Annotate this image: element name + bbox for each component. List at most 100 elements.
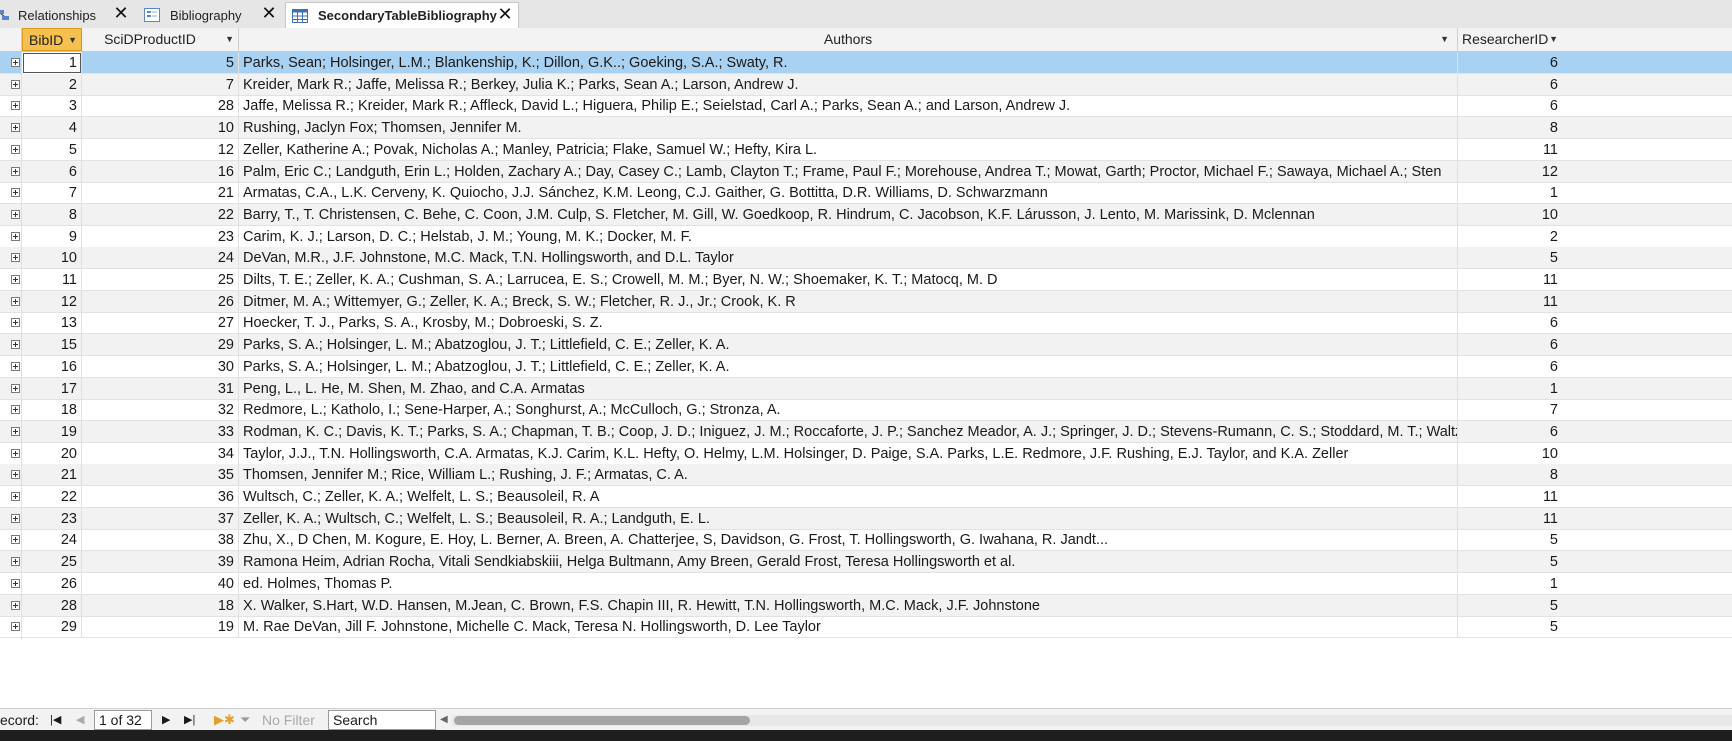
expand-icon[interactable] (11, 166, 20, 176)
cell-scidproductid[interactable]: 33 (82, 420, 239, 443)
cell-authors[interactable]: Peng, L., L. He, M. Shen, M. Zhao, and C… (239, 377, 1458, 400)
cell-authors[interactable]: Zeller, Katherine A.; Povak, Nicholas A.… (239, 138, 1458, 161)
row-selector[interactable] (0, 572, 22, 597)
cell-scidproductid[interactable]: 35 (82, 464, 239, 487)
cell-scidproductid[interactable]: 24 (82, 247, 239, 270)
cell-researcherid[interactable]: 6 (1458, 334, 1562, 356)
cell-authors[interactable]: Parks, S. A.; Holsinger, L. M.; Abatzogl… (239, 334, 1458, 357)
expand-icon[interactable] (11, 535, 20, 545)
expand-icon[interactable] (11, 578, 20, 588)
row-selector[interactable] (0, 182, 22, 207)
expand-icon[interactable] (11, 296, 20, 306)
cell-scidproductid[interactable]: 26 (82, 290, 239, 313)
cell-bibid[interactable]: 11 (22, 269, 82, 291)
cell-authors[interactable]: Hoecker, T. J., Parks, S. A., Krosby, M.… (239, 312, 1458, 335)
cell-bibid[interactable]: 16 (22, 355, 82, 378)
expand-icon[interactable] (11, 557, 20, 567)
expand-icon[interactable] (11, 426, 20, 436)
cell-researcherid[interactable]: 11 (1458, 291, 1562, 313)
cell-bibid[interactable]: 19 (22, 420, 82, 443)
cell-authors[interactable]: Armatas, C.A., L.K. Cerveny, K. Quiocho,… (239, 182, 1458, 205)
row-selector[interactable] (0, 377, 22, 402)
cell-scidproductid[interactable]: 32 (82, 399, 239, 422)
cell-researcherid[interactable]: 5 (1458, 247, 1562, 269)
row-selector[interactable] (0, 616, 22, 641)
cell-researcherid[interactable]: 5 (1458, 616, 1562, 638)
row-selector[interactable] (0, 399, 22, 424)
cell-bibid[interactable]: 25 (22, 551, 82, 574)
cell-scidproductid[interactable]: 27 (82, 312, 239, 335)
column-header-scidproductid[interactable]: SciDProductID ▼ (82, 28, 239, 51)
table-row[interactable]: 7 21 Armatas, C.A., L.K. Cerveny, K. Quioc… (0, 182, 1732, 207)
cell-scidproductid[interactable]: 16 (82, 160, 239, 183)
cell-authors[interactable]: M. Rae DeVan, Jill F. Johnstone, Michell… (239, 616, 1458, 639)
cell-authors[interactable]: Parks, Sean; Holsinger, L.M.; Blankenshi… (239, 52, 1458, 74)
cell-bibid[interactable]: 5 (22, 138, 82, 161)
previous-record-icon[interactable]: ◀ (76, 709, 84, 731)
cell-bibid[interactable]: 8 (22, 203, 82, 226)
row-selector[interactable] (0, 269, 22, 293)
cell-researcherid[interactable]: 5 (1458, 595, 1562, 617)
table-row[interactable]: 18 32 Redmore, L.; Katholo, I.; Sene-Harpe… (0, 399, 1732, 424)
expand-icon[interactable] (11, 58, 20, 67)
cell-researcherid[interactable]: 11 (1458, 139, 1562, 161)
cell-scidproductid[interactable]: 7 (82, 73, 239, 96)
table-row[interactable]: 25 39 Ramona Heim, Adrian Rocha, Vitali Se… (0, 551, 1732, 576)
cell-scidproductid[interactable]: 31 (82, 377, 239, 400)
cell-researcherid[interactable]: 5 (1458, 529, 1562, 551)
table-row[interactable]: 13 27 Hoecker, T. J., Parks, S. A., Krosby… (0, 312, 1732, 337)
cell-scidproductid[interactable]: 5 (82, 52, 239, 74)
cell-researcherid[interactable]: 10 (1458, 204, 1562, 226)
table-row[interactable]: 8 22 Barry, T., T. Christensen, C. Behe, C… (0, 203, 1732, 228)
cell-scidproductid[interactable]: 10 (82, 117, 239, 140)
cell-researcherid[interactable]: 11 (1458, 486, 1562, 508)
table-row[interactable]: 20 34 Taylor, J.J., T.N. Hollingsworth, C.… (0, 442, 1732, 467)
expand-icon[interactable] (11, 144, 20, 154)
cell-scidproductid[interactable]: 19 (82, 616, 239, 639)
cell-bibid[interactable]: 3 (22, 95, 82, 118)
cell-scidproductid[interactable]: 12 (82, 138, 239, 161)
expand-icon[interactable] (11, 383, 20, 393)
table-row[interactable]: 26 40 ed. Holmes, Thomas P. 1 (0, 572, 1732, 597)
dropdown-arrow-icon[interactable]: ▼ (1549, 28, 1558, 51)
cell-authors[interactable]: Jaffe, Melissa R.; Kreider, Mark R.; Aff… (239, 95, 1458, 118)
table-row[interactable]: 9 23 Carim, K. J.; Larson, D. C.; Helstab,… (0, 225, 1732, 250)
row-selector-header[interactable] (0, 28, 22, 51)
cell-scidproductid[interactable]: 29 (82, 334, 239, 357)
cell-bibid[interactable]: 26 (22, 572, 82, 595)
cell-researcherid[interactable]: 6 (1458, 95, 1562, 117)
cell-researcherid[interactable]: 6 (1458, 312, 1562, 334)
close-icon[interactable]: ✕ (112, 4, 130, 23)
table-row[interactable]: 29 19 M. Rae DeVan, Jill F. Johnstone, Mic… (0, 616, 1732, 641)
row-selector[interactable] (0, 95, 22, 120)
no-filter-label[interactable]: No Filter (262, 709, 315, 731)
expand-icon[interactable] (11, 209, 20, 219)
table-row[interactable]: 19 33 Rodman, K. C.; Davis, K. T.; Parks, … (0, 420, 1732, 445)
table-row[interactable]: 15 29 Parks, S. A.; Holsinger, L. M.; Abat… (0, 334, 1732, 359)
cell-scidproductid[interactable]: 21 (82, 182, 239, 205)
cell-scidproductid[interactable]: 22 (82, 203, 239, 226)
cell-bibid[interactable]: 1 (22, 52, 82, 74)
cell-scidproductid[interactable]: 39 (82, 551, 239, 574)
cell-researcherid[interactable]: 11 (1458, 269, 1562, 291)
dropdown-arrow-icon[interactable]: ▼ (225, 28, 234, 51)
cell-bibid[interactable]: 23 (22, 507, 82, 530)
close-icon[interactable]: ✕ (496, 5, 514, 24)
cell-scidproductid[interactable]: 34 (82, 442, 239, 465)
expand-icon[interactable] (11, 622, 20, 632)
cell-scidproductid[interactable]: 36 (82, 486, 239, 508)
expand-icon[interactable] (11, 231, 20, 241)
cell-researcherid[interactable]: 1 (1458, 378, 1562, 400)
cell-scidproductid[interactable]: 28 (82, 95, 239, 118)
first-record-icon[interactable]: |◀ (50, 709, 64, 731)
table-row[interactable]: 28 18 X. Walker, S.Hart, W.D. Hansen, M.Je… (0, 594, 1732, 619)
expand-icon[interactable] (11, 600, 20, 610)
current-record-field[interactable]: 1 of 32 (94, 710, 152, 730)
cell-researcherid[interactable]: 12 (1458, 161, 1562, 183)
dropdown-arrow-icon[interactable]: ▼ (1440, 28, 1449, 51)
row-selector[interactable] (0, 486, 22, 510)
cell-authors[interactable]: Dilts, T. E.; Zeller, K. A.; Cushman, S.… (239, 269, 1458, 291)
row-selector[interactable] (0, 507, 22, 532)
cell-bibid[interactable]: 13 (22, 312, 82, 335)
cell-researcherid[interactable]: 6 (1458, 52, 1562, 74)
